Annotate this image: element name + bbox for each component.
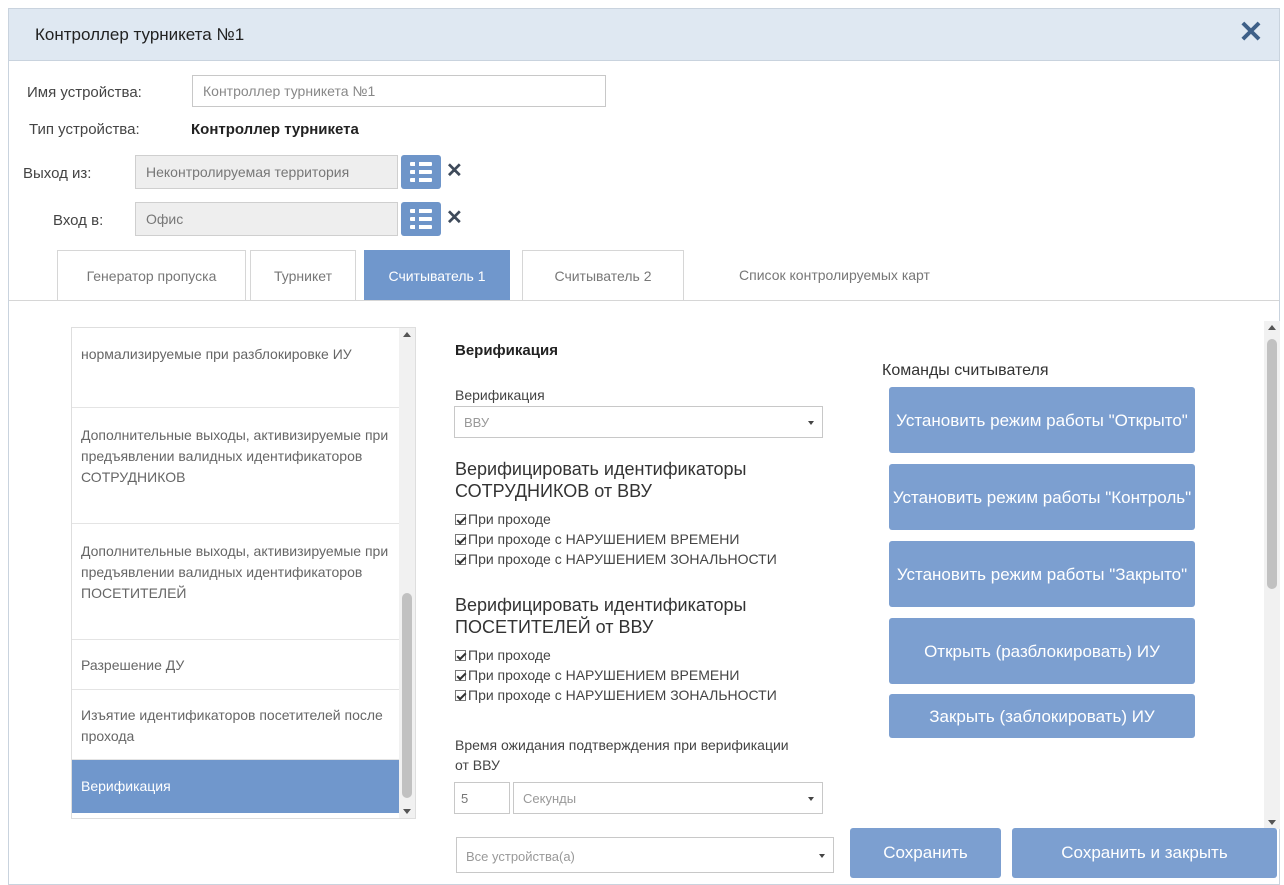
tab-reader-1[interactable]: Считыватель 1 [364, 250, 510, 300]
entry-to-field: Офис [135, 202, 398, 236]
scroll-down-icon[interactable] [403, 809, 411, 814]
save-button[interactable]: Сохранить [850, 828, 1001, 878]
verification-field-label: Верификация [455, 387, 545, 403]
verification-select-value: ВВУ [464, 415, 490, 430]
apply-to-devices-value: Все устройства(а) [466, 849, 575, 864]
visitors-option-zone[interactable]: При проходе с НАРУШЕНИЕМ ЗОНАЛЬНОСТИ [455, 687, 777, 703]
set-mode-open-button[interactable]: Установить режим работы "Открыто" [889, 387, 1195, 453]
menu-scrollbar[interactable] [399, 328, 415, 818]
lock-device-button[interactable]: Закрыть (заблокировать) ИУ [889, 694, 1195, 738]
apply-to-devices-select[interactable]: Все устройства(а) [456, 837, 834, 873]
chevron-down-icon [819, 854, 825, 858]
device-type-label: Тип устройства: [29, 121, 140, 138]
scroll-up-icon[interactable] [403, 332, 411, 337]
checkbox[interactable] [455, 514, 466, 525]
tab-controlled-cards[interactable]: Список контролируемых карт [687, 250, 982, 300]
entry-to-clear-icon[interactable]: ✕ [446, 205, 463, 230]
employees-verify-title: Верифицировать идентификаторы СОТРУДНИКО… [455, 459, 747, 501]
chevron-down-icon [808, 797, 814, 801]
menu-item-verification[interactable]: Верификация [72, 760, 400, 813]
menu-item-employee-outputs[interactable]: Дополнительные выходы, активизируемые пр… [72, 408, 400, 524]
menu-scrollbar-thumb[interactable] [402, 593, 412, 798]
menu-item-visitor-card-removal[interactable]: Изъятие идентификаторов посетителей посл… [72, 690, 400, 760]
scroll-up-icon[interactable] [1268, 325, 1276, 330]
exit-from-field: Неконтролируемая территория [135, 155, 398, 189]
menu-item-remote-permission[interactable]: Разрешение ДУ [72, 640, 400, 690]
device-name-input[interactable]: Контроллер турникета №1 [192, 75, 606, 107]
scroll-down-icon[interactable] [1268, 820, 1276, 825]
verification-section-title: Верификация [455, 342, 558, 359]
tabs-divider [9, 300, 1279, 301]
set-mode-closed-button[interactable]: Установить режим работы "Закрыто" [889, 541, 1195, 607]
tab-pass-generator[interactable]: Генератор пропуска [57, 250, 246, 300]
settings-menu: нормализируемые при разблокировке ИУ Доп… [71, 327, 416, 819]
checkbox[interactable] [455, 670, 466, 681]
wait-time-input[interactable]: 5 [454, 782, 510, 814]
device-type-value: Контроллер турникета [191, 121, 359, 138]
close-icon[interactable]: ✕ [1237, 18, 1265, 48]
save-and-close-button[interactable]: Сохранить и закрыть [1012, 828, 1277, 878]
exit-from-label: Выход из: [23, 165, 92, 182]
employees-option-pass[interactable]: При проходе [455, 511, 551, 527]
visitors-verify-title: Верифицировать идентификаторы ПОСЕТИТЕЛЕ… [455, 595, 747, 637]
exit-from-clear-icon[interactable]: ✕ [446, 158, 463, 183]
wait-unit-value: Секунды [523, 791, 577, 806]
entry-to-list-button[interactable] [401, 202, 441, 236]
reader-commands-title: Команды считывателя [882, 362, 1049, 379]
unlock-device-button[interactable]: Открыть (разблокировать) ИУ [889, 618, 1195, 684]
checkbox[interactable] [455, 554, 466, 565]
entry-to-label: Вход в: [53, 212, 104, 229]
dialog-titlebar: Контроллер турникета №1 ✕ [9, 9, 1279, 61]
employees-option-time[interactable]: При проходе с НАРУШЕНИЕМ ВРЕМЕНИ [455, 531, 739, 547]
menu-item-unblock-outputs[interactable]: нормализируемые при разблокировке ИУ [72, 342, 400, 408]
tab-turnstile[interactable]: Турникет [250, 250, 356, 300]
visitors-option-pass[interactable]: При проходе [455, 647, 551, 663]
employees-option-zone[interactable]: При проходе с НАРУШЕНИЕМ ЗОНАЛЬНОСТИ [455, 551, 777, 567]
dialog-title: Контроллер турникета №1 [35, 25, 245, 44]
checkbox[interactable] [455, 534, 466, 545]
wait-unit-select[interactable]: Секунды [513, 782, 823, 814]
checkbox[interactable] [455, 650, 466, 661]
tab-reader-2[interactable]: Считыватель 2 [522, 250, 684, 300]
visitors-option-time[interactable]: При проходе с НАРУШЕНИЕМ ВРЕМЕНИ [455, 667, 739, 683]
device-dialog: Контроллер турникета №1 ✕ Имя устройства… [8, 8, 1280, 885]
menu-item-visitor-outputs[interactable]: Дополнительные выходы, активизируемые пр… [72, 524, 400, 640]
chevron-down-icon [808, 421, 814, 425]
content-scrollbar-thumb[interactable] [1267, 339, 1277, 589]
device-name-label: Имя устройства: [27, 84, 142, 101]
wait-time-label: Время ожидания подтверждения при верифик… [455, 737, 789, 773]
verification-select[interactable]: ВВУ [454, 406, 823, 438]
content-scrollbar[interactable] [1264, 321, 1280, 829]
set-mode-control-button[interactable]: Установить режим работы "Контроль" [889, 464, 1195, 530]
checkbox[interactable] [455, 690, 466, 701]
exit-from-list-button[interactable] [401, 155, 441, 189]
